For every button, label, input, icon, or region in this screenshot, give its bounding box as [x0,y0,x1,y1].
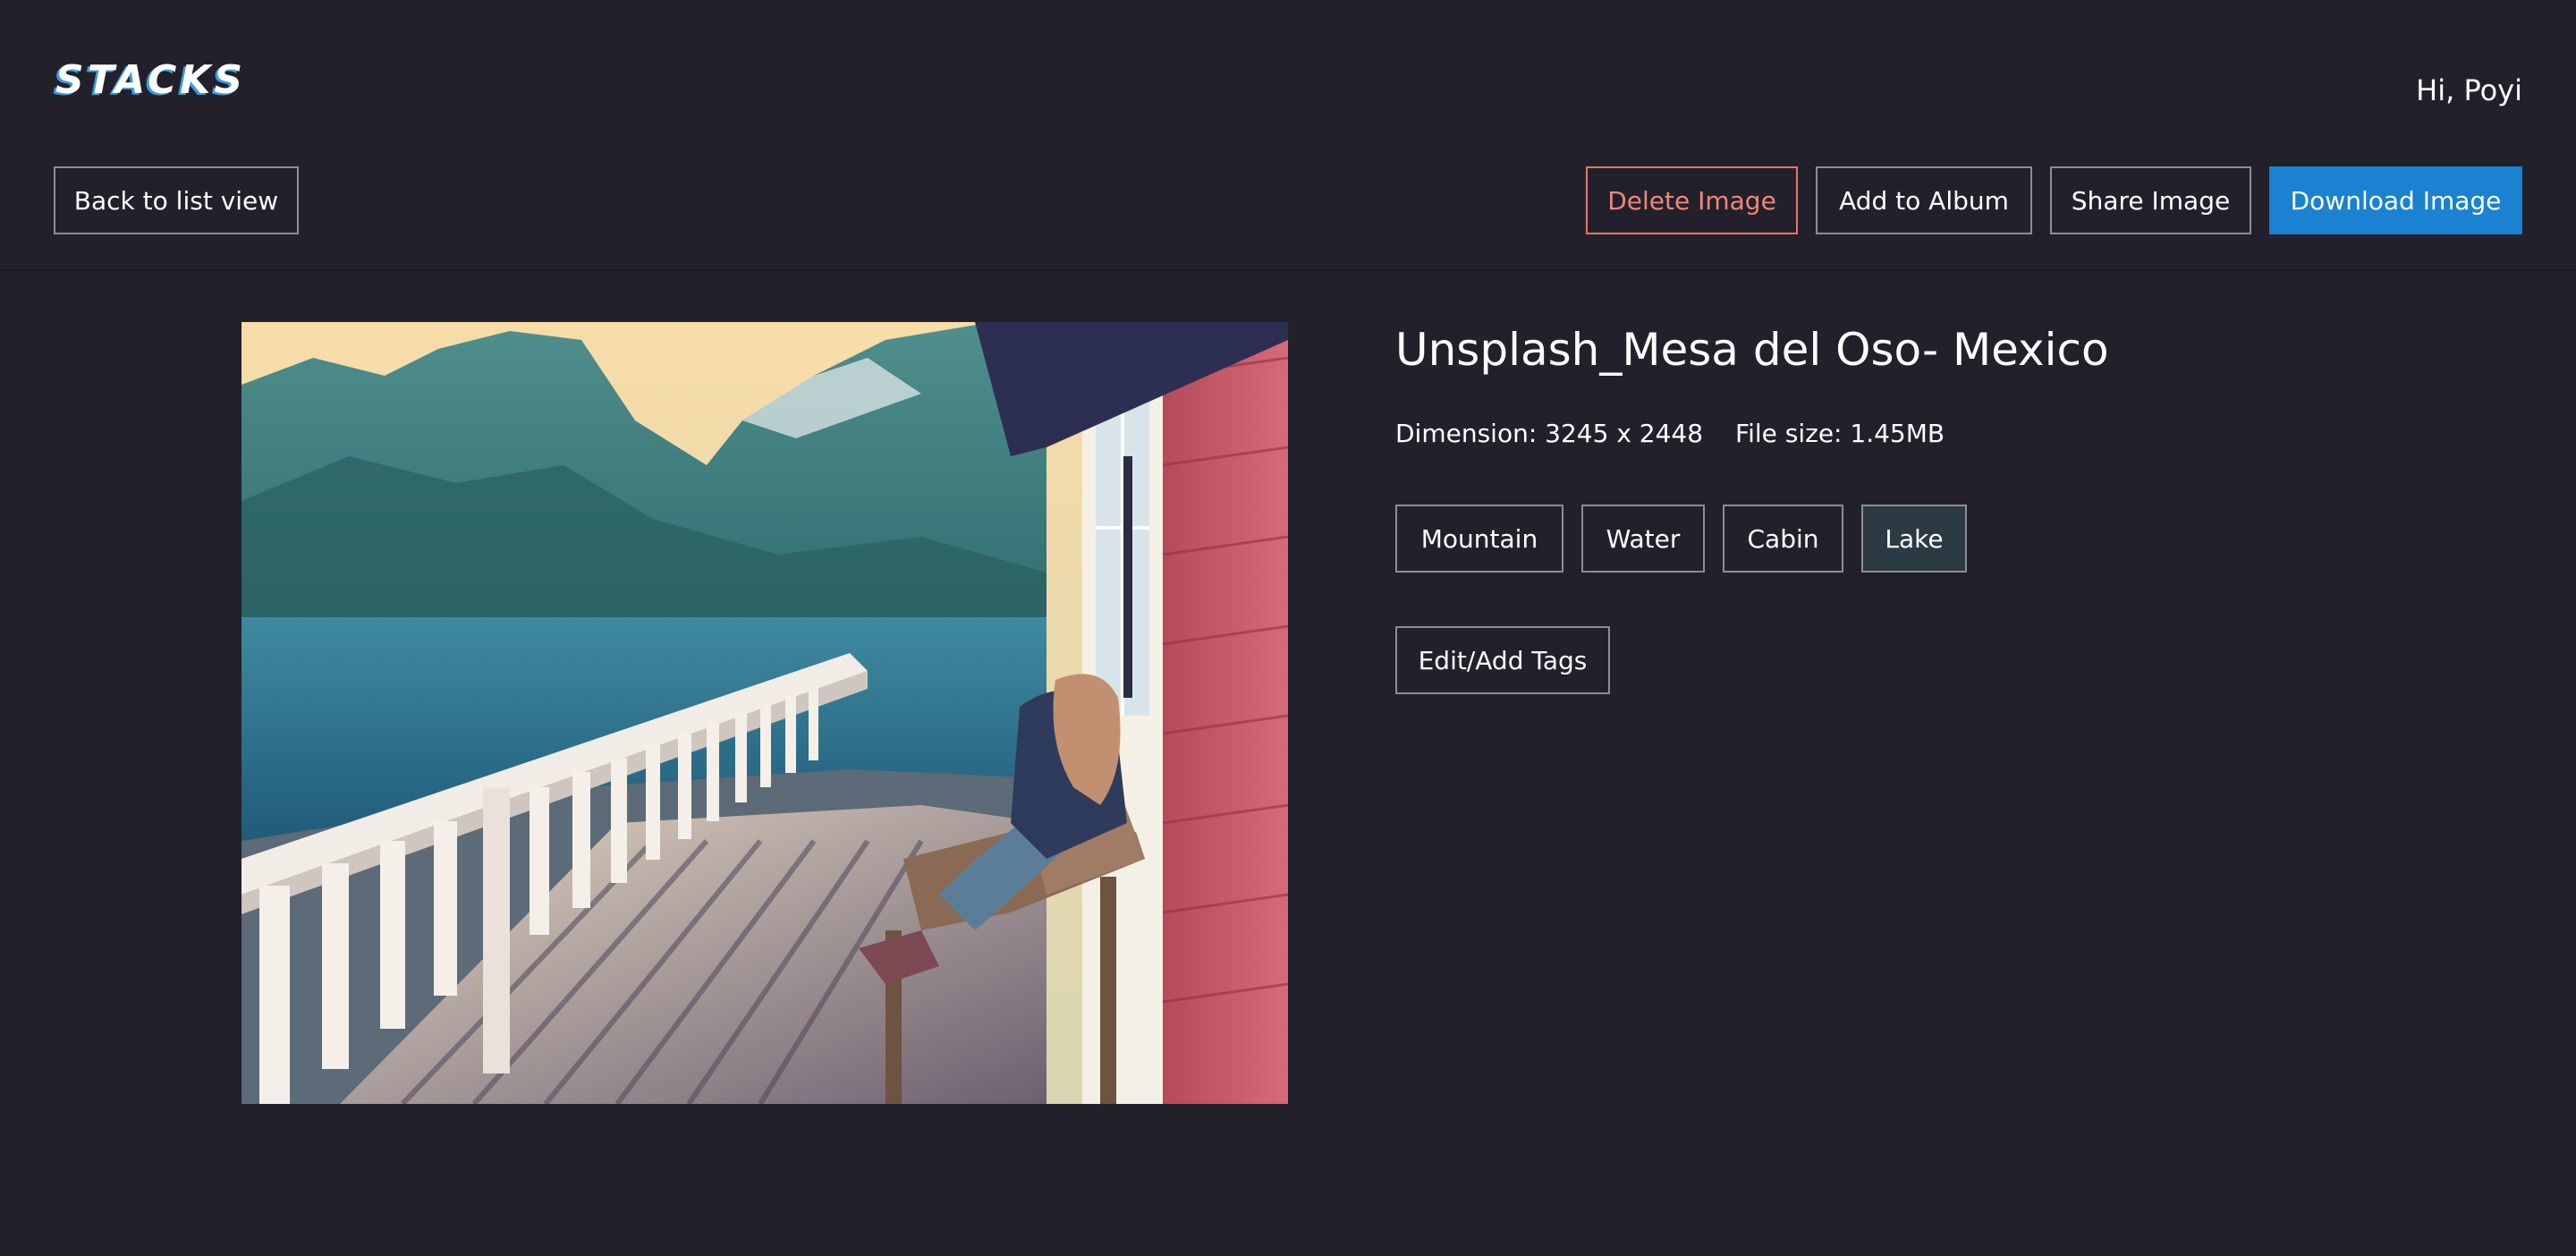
image-preview [242,322,1288,1104]
back-to-list-button[interactable]: Back to list view [54,166,299,234]
tag-water[interactable]: Water [1581,505,1705,573]
download-image-button[interactable]: Download Image [2269,166,2522,234]
header-divider [0,269,2576,271]
edit-add-tags-button[interactable]: Edit/Add Tags [1395,626,1610,694]
tag-lake[interactable]: Lake [1861,505,1967,573]
tag-cabin[interactable]: Cabin [1723,505,1843,573]
image-file-size: File size: 1.45MB [1735,419,1945,448]
delete-image-button[interactable]: Delete Image [1586,166,1798,234]
user-greeting[interactable]: Hi, Poyi [2416,73,2522,107]
tag-mountain[interactable]: Mountain [1395,505,1563,573]
logo[interactable]: STACKS [55,57,246,103]
share-image-button[interactable]: Share Image [2050,166,2251,234]
image-title: Unsplash_Mesa del Oso- Mexico [1395,324,2109,376]
add-to-album-button[interactable]: Add to Album [1816,166,2032,234]
image-dimension: Dimension: 3245 x 2448 [1395,419,1704,448]
